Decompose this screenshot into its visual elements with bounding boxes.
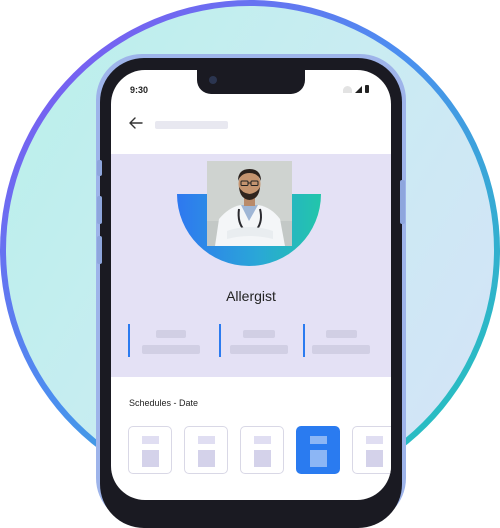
camera-icon <box>209 76 217 84</box>
doctor-portrait <box>207 161 292 246</box>
date-card[interactable] <box>184 426 228 474</box>
date-card[interactable] <box>240 426 284 474</box>
signal-icon <box>355 86 362 93</box>
date-card-bottom-placeholder <box>142 450 159 467</box>
profile-header: Allergist <box>111 154 391 377</box>
date-card[interactable] <box>128 426 172 474</box>
date-card-bottom-placeholder <box>254 450 271 467</box>
stat-label-placeholder <box>142 345 200 354</box>
doctor-avatar <box>207 161 292 246</box>
battery-icon <box>365 85 369 93</box>
stat-item <box>219 324 289 358</box>
date-card-bottom-placeholder <box>366 450 383 467</box>
stat-accent-bar <box>303 324 305 357</box>
stat-accent-bar <box>219 324 221 357</box>
date-card[interactable] <box>352 426 391 474</box>
phone-screen: 9:30 Allergist Schedules - Date <box>111 70 391 500</box>
date-card-bottom-placeholder <box>310 450 327 467</box>
notch <box>197 70 305 94</box>
side-button <box>97 196 102 224</box>
date-card-top-placeholder <box>310 436 327 444</box>
date-card-bottom-placeholder <box>198 450 215 467</box>
date-card-top-placeholder <box>366 436 383 444</box>
stat-value-placeholder <box>326 330 357 338</box>
wifi-icon <box>343 86 352 93</box>
stat-item <box>128 324 200 358</box>
side-button <box>97 160 102 176</box>
date-card-top-placeholder <box>198 436 215 444</box>
stat-item <box>303 324 373 358</box>
stat-accent-bar <box>128 324 130 357</box>
page-title-placeholder <box>155 121 228 129</box>
stat-value-placeholder <box>243 330 275 338</box>
date-card-top-placeholder <box>254 436 271 444</box>
date-card-selected[interactable] <box>296 426 340 474</box>
schedules-label: Schedules - Date <box>129 398 199 408</box>
back-arrow-icon[interactable] <box>128 115 144 131</box>
side-button <box>400 180 405 224</box>
status-icons <box>343 85 369 93</box>
stat-value-placeholder <box>156 330 186 338</box>
stat-label-placeholder <box>230 345 288 354</box>
doctor-specialty: Allergist <box>226 288 276 304</box>
stat-label-placeholder <box>312 345 370 354</box>
date-card-top-placeholder <box>142 436 159 444</box>
status-time: 9:30 <box>130 85 149 95</box>
side-button <box>97 236 102 264</box>
